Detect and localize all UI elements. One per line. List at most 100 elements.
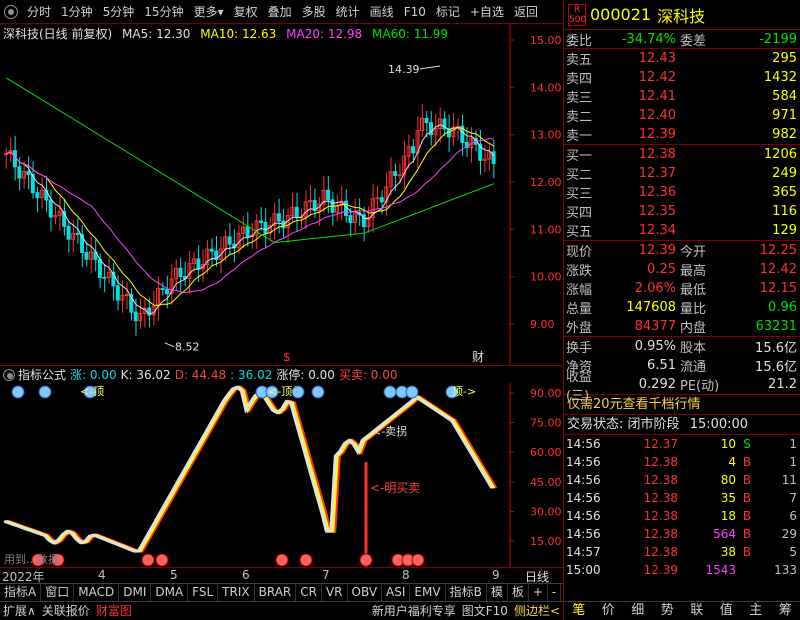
toolbar-btn-2[interactable]: 5分钟 <box>98 0 140 24</box>
bottom-tab-0[interactable]: 扩展∧ <box>0 602 39 620</box>
quote2-value-2: 15.6亿 <box>755 360 797 375</box>
panel-tab-7[interactable]: 筹 <box>771 602 800 620</box>
toolbar-btn-3[interactable]: 15分钟 <box>139 0 188 24</box>
toolbar-btn-13[interactable]: 返回 <box>509 0 543 24</box>
toolbar-btn-7[interactable]: 多股 <box>297 0 331 24</box>
stock-name[interactable]: 深科技 <box>657 3 705 27</box>
indicator-tab-15[interactable]: 板 <box>508 584 529 601</box>
stock-code[interactable]: 000021 <box>590 5 651 24</box>
indicator-tab-1[interactable]: 窗口 <box>41 584 75 601</box>
bottom-tab-2[interactable]: 财富图 <box>93 602 135 620</box>
tick-direction: B <box>742 455 752 469</box>
panel-tab-3[interactable]: 势 <box>653 602 683 620</box>
candle-body <box>48 199 53 218</box>
indicator-tab-8[interactable]: CR <box>296 584 322 601</box>
high-annotation: 14.39 <box>388 63 420 76</box>
quote-block: 现价 12.39 今开 12.25 涨跌 0.25 最高 12.42 涨幅 2.06% 最低 12.1… <box>564 241 800 337</box>
top-ball-marker <box>11 385 25 399</box>
indicator-tab-3[interactable]: DMI <box>119 584 152 601</box>
tick-volume: 38 <box>720 545 736 559</box>
indicator-tab-10[interactable]: OBV <box>348 584 383 601</box>
quote-value: 0.25 <box>647 262 676 277</box>
tick-volume: 80 <box>720 473 736 487</box>
quote2-label-2: 股本 <box>680 341 707 356</box>
mid-label: <-卖拐 <box>372 424 407 438</box>
tick-list[interactable]: 14:56 12.37 10 S 1 14:56 12.38 4 B 1 14:56 12.38 80 B… <box>564 435 800 579</box>
indicator-name[interactable]: 指标公式 <box>18 366 66 383</box>
indicator-tick-label: 75.00 <box>530 417 562 430</box>
indicator-tab-0[interactable]: 指标A <box>0 584 42 601</box>
tick-volume: 564 <box>713 527 736 541</box>
indicator-d: D: 44.48 <box>174 367 227 382</box>
date-label-2: 5 <box>170 568 178 582</box>
indicator-tab-2[interactable]: MACD <box>74 584 120 601</box>
panel-tab-4[interactable]: 联 <box>682 602 712 620</box>
indicator-tab-13[interactable]: 指标B <box>446 584 487 601</box>
indicator-tab-5[interactable]: FSL <box>188 584 219 601</box>
date-label-3: 6 <box>242 568 250 582</box>
toolbar-btn-5[interactable]: 复权 <box>229 0 263 24</box>
indicator-tab-4[interactable]: DMA <box>151 584 189 601</box>
bottom-right-tab-2[interactable]: 侧边栏< <box>511 602 563 620</box>
indicator-tick-label: 45.00 <box>530 476 562 489</box>
bottom-ball-marker <box>359 553 373 567</box>
tick-time: 14:56 <box>566 491 601 505</box>
quote-value: 2.06% <box>634 281 676 296</box>
toolbar-btn-11[interactable]: 标记 <box>431 0 465 24</box>
kline-chart[interactable]: 深科技(日线 前复权) MA5: 12.30 MA10: 12.63 MA20:… <box>0 24 563 366</box>
bottom-right-tab-1[interactable]: 图文F10 <box>459 602 511 620</box>
tick-count: 7 <box>789 491 797 505</box>
indicator-tab-12[interactable]: EMV <box>410 584 446 601</box>
indicator-menu-icon[interactable] <box>3 368 15 381</box>
book-price: 12.40 <box>638 108 676 123</box>
indicator-tab-11[interactable]: ASI <box>382 584 411 601</box>
bottom-left-tabs: 扩展∧ 关联报价 财富图 <box>0 602 135 620</box>
book-label: 卖三 <box>566 91 593 106</box>
indicator-tab-9[interactable]: VR <box>322 584 348 601</box>
bottom-ball-marker <box>141 553 155 567</box>
panel-tab-2[interactable]: 细 <box>623 602 653 620</box>
toolbar-btn-0[interactable]: 分时 <box>22 0 56 24</box>
panel-tab-5[interactable]: 值 <box>712 602 742 620</box>
indicator-tab-14[interactable]: 模 <box>487 584 508 601</box>
indicator-tab-17[interactable]: - <box>548 584 562 601</box>
menu-circle-icon[interactable] <box>4 4 18 19</box>
quote2-row: 换手 0.95% 股本 15.6亿 <box>564 337 800 356</box>
bottom-right-tab-0[interactable]: 新用户福利专享 <box>369 602 459 620</box>
indicator-tab-6[interactable]: TRIX <box>218 584 255 601</box>
toolbar-btn-9[interactable]: 画线 <box>365 0 399 24</box>
panel-tab-1[interactable]: 价 <box>594 602 624 620</box>
indicator-tab-7[interactable]: BRAR <box>255 584 297 601</box>
weibi-value: -34.74% <box>621 31 676 47</box>
toolbar-btn-6[interactable]: 叠加 <box>263 0 297 24</box>
book-volume: 116 <box>772 204 797 219</box>
candle-body <box>263 221 268 234</box>
toolbar-btn-4[interactable]: 更多▾ <box>189 0 229 24</box>
indicator-chart[interactable]: 90.00 75.00 60.00 45.00 30.00 15.00 <-顶 <-顶 顶-> <… <box>0 383 563 567</box>
toolbar-btn-1[interactable]: 1分钟 <box>56 0 98 24</box>
weicha-label: 委差 <box>680 33 707 49</box>
book-volume: 249 <box>772 166 797 181</box>
quote2-value: 0.292 <box>638 377 676 392</box>
panel-tab-0[interactable]: 笔 <box>564 602 594 620</box>
quote-panel: R 500 000021 深科技 委比 -34.74% 委差 -2199 卖五 12… <box>563 0 800 620</box>
quote-value: 147608 <box>626 300 676 315</box>
book-row: 买一 12.38 1206 <box>564 145 800 164</box>
ma10-label: MA10: 12.63 <box>200 27 277 41</box>
bottom-tab-1[interactable]: 关联报价 <box>39 602 93 620</box>
indicator-tab-16[interactable]: + <box>529 584 548 601</box>
date-axis: 2022年 4 5 6 7 8 9 日线 <box>0 567 563 584</box>
low-annotation: 8.52 <box>175 341 200 354</box>
toolbar-btn-8[interactable]: 统计 <box>331 0 365 24</box>
indicator-tick-label: 90.00 <box>530 387 562 400</box>
toolbar-btn-12[interactable]: +自选 <box>465 0 509 24</box>
book-label: 卖五 <box>566 53 593 68</box>
price-tick-label: 12.00 <box>530 176 562 189</box>
toolbar-btn-10[interactable]: F10 <box>399 0 431 24</box>
top-ball-marker <box>38 385 52 399</box>
panel-tab-6[interactable]: 主 <box>741 602 771 620</box>
book-label: 卖一 <box>566 129 593 144</box>
tick-time: 14:56 <box>566 473 601 487</box>
candle-body <box>276 213 281 222</box>
tick-count: 29 <box>781 527 797 541</box>
